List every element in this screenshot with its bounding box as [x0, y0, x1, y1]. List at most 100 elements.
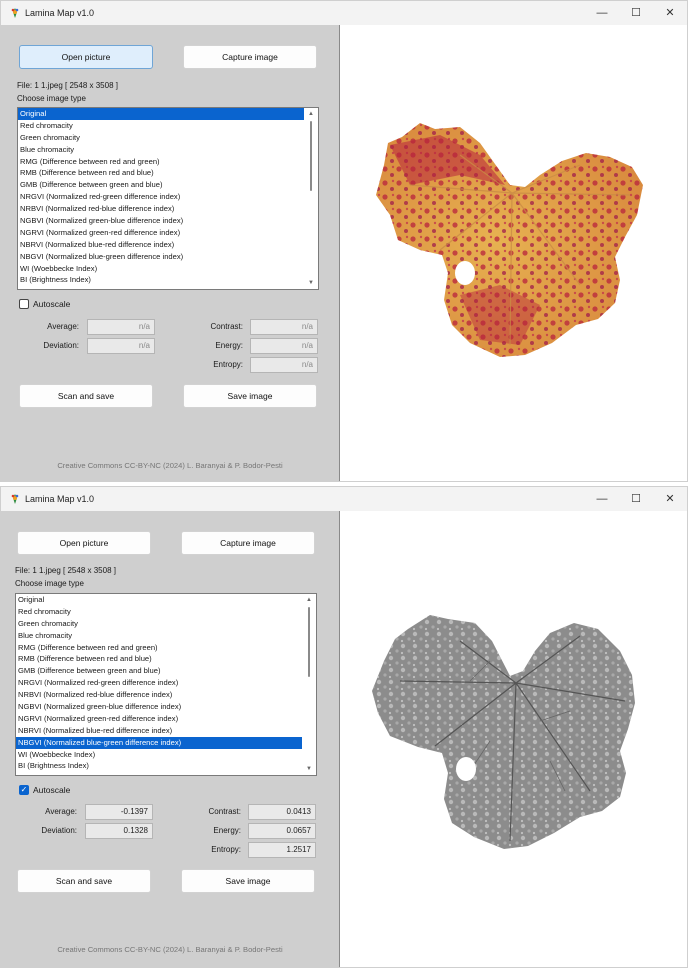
- autoscale-checkbox[interactable]: ✓: [19, 785, 29, 795]
- title-bar[interactable]: Lamina Map v1.0 — ☐ ✕: [1, 487, 687, 511]
- contrast-label: Contrast:: [210, 322, 243, 331]
- image-type-item[interactable]: Red chromacity: [16, 606, 302, 618]
- average-label: Average:: [45, 807, 77, 816]
- window-original: Lamina Map v1.0 — ☐ ✕ Open picture Captu…: [0, 0, 688, 482]
- leaf-grayscale-image: [372, 615, 635, 849]
- app-logo-icon: [11, 8, 19, 18]
- image-type-item[interactable]: NRGVI (Normalized red-green difference i…: [16, 677, 302, 689]
- copyright-footer: Creative Commons CC-BY-NC (2024) L. Bara…: [57, 945, 283, 954]
- list-scrollbar[interactable]: ▲ ▼: [305, 109, 317, 288]
- entropy-field: n/a: [250, 357, 318, 373]
- image-type-item[interactable]: NRGVI (Normalized red-green difference i…: [18, 191, 304, 203]
- image-type-item[interactable]: NBGVI (Normalized blue-green difference …: [18, 251, 304, 263]
- image-type-item[interactable]: Blue chromacity: [16, 630, 302, 642]
- deviation-field: n/a: [87, 338, 155, 354]
- window-title: Lamina Map v1.0: [25, 494, 95, 504]
- image-type-item[interactable]: GMB (Difference between green and blue): [18, 179, 304, 191]
- scroll-down-icon[interactable]: ▼: [303, 764, 315, 774]
- image-type-item[interactable]: RMG (Difference between red and green): [16, 642, 302, 654]
- energy-field: 0.0657: [248, 823, 316, 839]
- capture-image-button[interactable]: Capture image: [181, 531, 315, 555]
- image-type-item[interactable]: Red chromacity: [18, 120, 304, 132]
- average-field: -0.1397: [85, 804, 153, 820]
- close-icon[interactable]: ✕: [653, 487, 687, 511]
- contrast-field: 0.0413: [248, 804, 316, 820]
- minimize-icon[interactable]: —: [585, 1, 619, 25]
- image-type-listbox[interactable]: Original Red chromacity Green chromacity Bl…: [17, 107, 319, 290]
- image-type-list[interactable]: Original Red chromacity Green chromacity Bl…: [16, 594, 316, 772]
- image-type-item[interactable]: GMB (Difference between green and blue): [16, 665, 302, 677]
- image-type-item[interactable]: Green chromacity: [16, 618, 302, 630]
- image-type-item[interactable]: Original: [16, 594, 302, 606]
- image-type-item[interactable]: RMG (Difference between red and green): [18, 156, 304, 168]
- image-type-item[interactable]: Green chromacity: [18, 132, 304, 144]
- window-title: Lamina Map v1.0: [25, 8, 95, 18]
- image-type-item[interactable]: NBGVI (Normalized blue-green difference …: [16, 736, 302, 749]
- average-label: Average:: [47, 322, 79, 331]
- capture-image-button[interactable]: Capture image: [183, 45, 317, 69]
- minimize-icon[interactable]: —: [585, 487, 619, 511]
- image-preview: [339, 25, 687, 481]
- control-panel: Open picture Capture image File: 1 1.jpe…: [1, 511, 339, 967]
- save-image-button[interactable]: Save image: [181, 869, 315, 893]
- energy-label: Energy:: [213, 826, 241, 835]
- close-icon[interactable]: ✕: [653, 1, 687, 25]
- image-type-item[interactable]: NRBVI (Normalized red-blue difference in…: [16, 689, 302, 701]
- copyright-footer: Creative Commons CC-BY-NC (2024) L. Bara…: [57, 461, 283, 470]
- save-image-button[interactable]: Save image: [183, 384, 317, 408]
- image-type-item[interactable]: Original: [18, 108, 304, 120]
- scroll-up-icon[interactable]: ▲: [303, 595, 315, 605]
- entropy-label: Entropy:: [211, 845, 241, 854]
- autoscale-label: Autoscale: [33, 299, 71, 309]
- open-picture-button[interactable]: Open picture: [19, 45, 153, 69]
- image-type-item[interactable]: BI (Brightness Index): [18, 274, 304, 286]
- list-scrollbar[interactable]: ▲ ▼: [303, 595, 315, 774]
- image-preview: [339, 511, 687, 967]
- image-type-item[interactable]: RMB (Difference between red and blue): [18, 167, 304, 179]
- scan-and-save-button[interactable]: Scan and save: [17, 869, 151, 893]
- image-type-item[interactable]: BI (Brightness Index): [16, 760, 302, 772]
- open-picture-button[interactable]: Open picture: [17, 531, 151, 555]
- scrollbar-thumb[interactable]: [308, 607, 310, 677]
- choose-image-type-label: Choose image type: [17, 94, 86, 103]
- scrollbar-thumb[interactable]: [310, 121, 312, 191]
- image-type-listbox[interactable]: Original Red chromacity Green chromacity Bl…: [15, 593, 317, 776]
- contrast-label: Contrast:: [208, 807, 241, 816]
- autoscale-checkbox[interactable]: [19, 299, 29, 309]
- image-type-item[interactable]: NGRVI (Normalized green-red difference i…: [16, 713, 302, 725]
- image-type-item[interactable]: NGBVI (Normalized green-blue difference …: [18, 215, 304, 227]
- energy-field: n/a: [250, 338, 318, 354]
- file-info: File: 1 1.jpeg [ 2548 x 3508 ]: [17, 81, 118, 90]
- entropy-label: Entropy:: [213, 360, 243, 369]
- scan-and-save-button[interactable]: Scan and save: [19, 384, 153, 408]
- choose-image-type-label: Choose image type: [15, 579, 84, 588]
- entropy-field: 1.2517: [248, 842, 316, 858]
- file-info: File: 1 1.jpeg [ 2548 x 3508 ]: [15, 566, 116, 575]
- app-logo-icon: [11, 494, 19, 504]
- deviation-label: Deviation:: [41, 826, 77, 835]
- scroll-down-icon[interactable]: ▼: [305, 278, 317, 288]
- image-type-item[interactable]: Blue chromacity: [18, 144, 304, 156]
- window-nbgvi: Lamina Map v1.0 — ☐ ✕ Open picture Captu…: [0, 486, 688, 968]
- image-type-item[interactable]: NBRVI (Normalized blue-red difference in…: [16, 725, 302, 737]
- image-type-item[interactable]: NRBVI (Normalized red-blue difference in…: [18, 203, 304, 215]
- maximize-icon[interactable]: ☐: [619, 487, 653, 511]
- image-type-item[interactable]: NBRVI (Normalized blue-red difference in…: [18, 239, 304, 251]
- contrast-field: n/a: [250, 319, 318, 335]
- deviation-field: 0.1328: [85, 823, 153, 839]
- control-panel: Open picture Capture image File: 1 1.jpe…: [1, 25, 339, 481]
- image-type-item[interactable]: NGBVI (Normalized green-blue difference …: [16, 701, 302, 713]
- maximize-icon[interactable]: ☐: [619, 1, 653, 25]
- image-type-item[interactable]: RMB (Difference between red and blue): [16, 653, 302, 665]
- image-type-list[interactable]: Original Red chromacity Green chromacity Bl…: [18, 108, 318, 286]
- scroll-up-icon[interactable]: ▲: [305, 109, 317, 119]
- deviation-label: Deviation:: [43, 341, 79, 350]
- image-type-item[interactable]: WI (Woebbecke Index): [16, 749, 302, 761]
- title-bar[interactable]: Lamina Map v1.0 — ☐ ✕: [1, 1, 687, 25]
- autoscale-label: Autoscale: [33, 785, 71, 795]
- image-type-item[interactable]: NGRVI (Normalized green-red difference i…: [18, 227, 304, 239]
- average-field: n/a: [87, 319, 155, 335]
- image-type-item[interactable]: WI (Woebbecke Index): [18, 263, 304, 275]
- leaf-color-image: [376, 123, 643, 357]
- energy-label: Energy:: [215, 341, 243, 350]
